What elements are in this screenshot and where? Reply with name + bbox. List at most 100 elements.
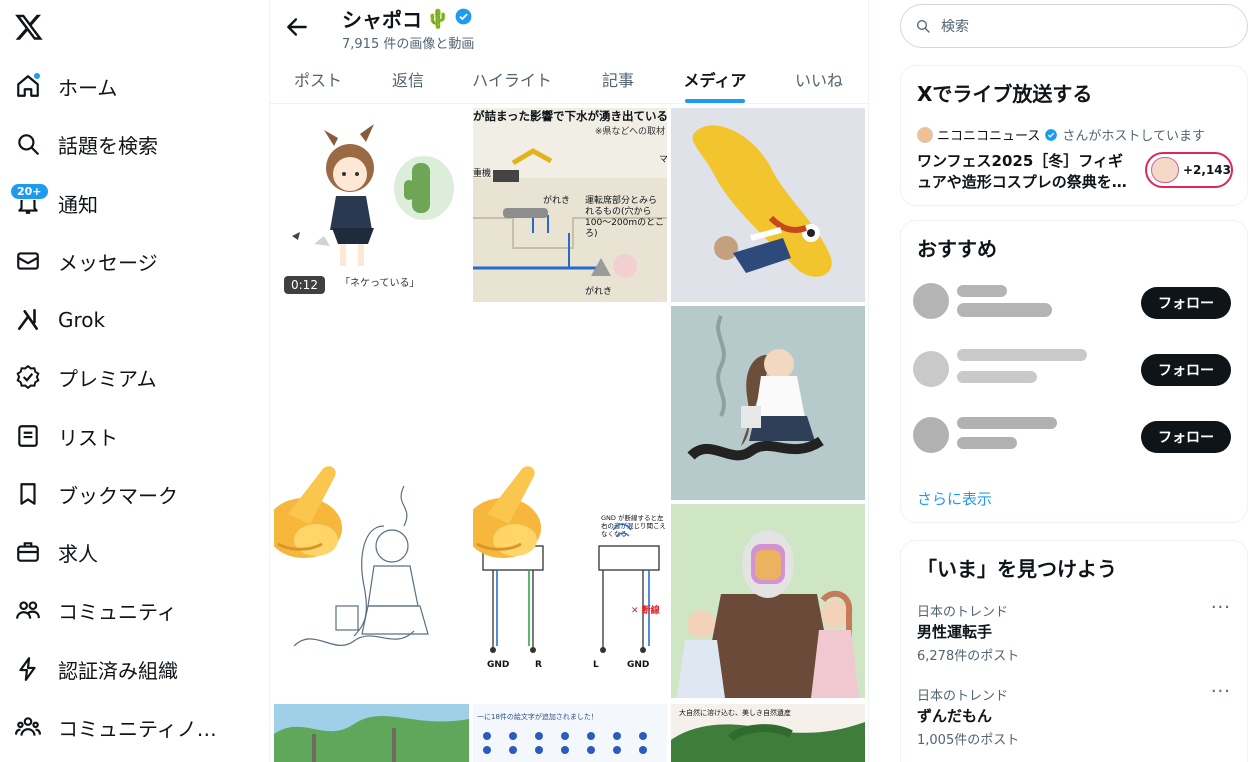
- nav-messages[interactable]: メッセージ: [10, 237, 158, 285]
- diagram-label-debris-1: がれき: [543, 196, 571, 206]
- nav-bookmarks-label: ブックマーク: [58, 483, 178, 508]
- verified-badge-icon: [454, 7, 473, 31]
- lightning-icon: [12, 653, 44, 685]
- search-icon: [917, 20, 930, 33]
- active-tab-indicator: [685, 99, 745, 103]
- diagram-label-debris-2: がれき: [585, 287, 613, 297]
- live-listeners-pill[interactable]: +2,143: [1145, 152, 1233, 188]
- host-suffix: さんがホストしています: [1062, 129, 1205, 144]
- grok-icon: [12, 304, 44, 336]
- nav-premium[interactable]: プレミアム: [10, 353, 157, 401]
- nav-notifications[interactable]: 20+ 通知: [10, 179, 98, 227]
- show-more-link[interactable]: さらに表示: [917, 488, 992, 509]
- catgirl-illustration: [292, 124, 454, 266]
- bell-icon: 20+: [10, 183, 49, 219]
- dragon-color-illustration: [687, 315, 824, 461]
- bookmark-icon: [12, 478, 44, 510]
- media-tile-nature[interactable]: 大自然に溶け込む、美しき自然遺産: [671, 704, 865, 762]
- tab-media[interactable]: メディア: [662, 54, 768, 104]
- media-tile-landscape[interactable]: [274, 704, 469, 762]
- x-logo-icon[interactable]: [14, 12, 44, 42]
- profile-media-column: シャポコ 🌵 7,915 件の画像と動画 ポスト 返信 ハイライト 記事 メディ…: [269, 0, 870, 762]
- video-duration-badge: 0:12: [284, 276, 325, 294]
- follow-button-2[interactable]: フォロー: [1141, 354, 1231, 386]
- blurred-user-1[interactable]: [909, 277, 1059, 323]
- profile-tabs: ポスト 返信 ハイライト 記事 メディア いいね: [270, 54, 870, 104]
- nav-explore[interactable]: 話題を検索: [10, 120, 158, 168]
- tab-posts[interactable]: ポスト: [270, 54, 366, 104]
- trend-2-category: 日本のトレンド: [917, 689, 1009, 704]
- host-avatar[interactable]: [917, 126, 933, 143]
- more-options-icon[interactable]: ···: [1211, 681, 1231, 702]
- media-tile-dragon-color[interactable]: [671, 306, 865, 500]
- nature-illustration: [671, 722, 865, 762]
- tab-articles[interactable]: 記事: [574, 54, 662, 104]
- host-name[interactable]: ニコニコニュース: [937, 125, 1040, 144]
- pointing-hand-icon: [274, 466, 342, 558]
- back-arrow-icon[interactable]: [284, 14, 310, 40]
- nav-jobs-label: 求人: [58, 541, 98, 566]
- media-tile-wiring-diagram[interactable]: GND が断線すると左右の音が混じり聞こえなくなる GND R L GND ✕ …: [473, 306, 667, 700]
- nav-lists-label: リスト: [58, 425, 118, 450]
- landscape-illustration: [274, 704, 469, 762]
- tab-replies[interactable]: 返信: [366, 54, 450, 104]
- recommend-title: おすすめ: [917, 237, 997, 261]
- search-placeholder: 検索: [941, 19, 969, 35]
- notification-badge: 20+: [10, 183, 49, 200]
- listener-count: +2,143: [1182, 163, 1231, 177]
- follow-button-1[interactable]: フォロー: [1141, 287, 1231, 319]
- trend-1-count: 6,278件のポスト: [917, 649, 1020, 664]
- verified-badge-icon: [1045, 128, 1058, 141]
- nav-communities[interactable]: コミュニティ: [10, 586, 177, 634]
- more-options-icon[interactable]: ···: [1211, 597, 1231, 618]
- nav-jobs[interactable]: 求人: [10, 528, 98, 576]
- left-sidebar: ホーム 話題を検索 20+ 通知 メッセージ Grok プレミアム リスト ブッ…: [0, 0, 269, 762]
- media-tile-sketch[interactable]: [274, 306, 469, 700]
- nav-community-notes-label: コミュニティノ…: [58, 716, 217, 741]
- cactus-emoji: 🌵: [426, 8, 450, 30]
- notification-dot: [33, 72, 41, 80]
- diagram-label-cabin: 運転席部分とみられるもの(穴から100〜200mのところ): [585, 196, 665, 239]
- home-icon: [12, 70, 44, 102]
- media-tile-news-diagram[interactable]: が詰まった影響で下水が湧き出ていると ※県などへの取材 重機 がれき 運転席部分…: [473, 108, 667, 302]
- mail-icon: [12, 245, 44, 277]
- right-sidebar: 検索 Xでライブ放送する ニコニコニュース さんがホストしています ワンフェス2…: [884, 0, 1259, 762]
- nav-home-label: ホーム: [58, 75, 118, 100]
- community-icon: [12, 594, 44, 626]
- media-tile-video[interactable]: 「ネケっている」 0:12: [274, 108, 469, 302]
- tab-highlights[interactable]: ハイライト: [450, 54, 574, 104]
- live-event-title[interactable]: ワンフェス2025［冬］フィギュアや造形コスプレの祭典を…: [917, 151, 1131, 193]
- wiring-label-r: R: [535, 660, 542, 670]
- nav-grok[interactable]: Grok: [10, 296, 105, 344]
- search-box[interactable]: 検索: [900, 4, 1248, 48]
- media-tile-masked-man[interactable]: [671, 504, 865, 698]
- community-notes-icon: [12, 711, 44, 743]
- nav-verified-orgs-label: 認証済み組織: [58, 658, 178, 683]
- video-caption: 「ネケっている」: [340, 278, 420, 289]
- nav-home[interactable]: ホーム: [10, 62, 117, 110]
- wiring-break-label: ✕ 断線: [631, 606, 660, 616]
- nav-messages-label: メッセージ: [58, 250, 158, 275]
- blurred-user-2[interactable]: [909, 345, 1099, 391]
- nav-notifications-label: 通知: [58, 192, 98, 217]
- diagram-label-cut: マ: [659, 155, 667, 165]
- nav-community-notes[interactable]: コミュニティノ…: [10, 703, 217, 751]
- nav-premium-label: プレミアム: [58, 366, 157, 391]
- profile-name: シャポコ 🌵: [342, 4, 473, 33]
- nav-verified-orgs[interactable]: 認証済み組織: [10, 645, 178, 693]
- media-tile-emoji-update[interactable]: 一に18件の絵文字が追加されました！: [473, 704, 667, 762]
- trend-1-name: 男性運転手: [917, 623, 993, 641]
- media-count: 7,915 件の画像と動画: [342, 37, 475, 52]
- blurred-user-3[interactable]: [909, 411, 1069, 457]
- wiring-label-l: L: [593, 660, 599, 670]
- media-tile-inflatable[interactable]: [671, 108, 865, 302]
- profile-name-text: シャポコ: [342, 8, 422, 32]
- trends-title: 「いま」を見つけよう: [917, 557, 1117, 581]
- nav-lists[interactable]: リスト: [10, 412, 118, 460]
- profile-header: シャポコ 🌵 7,915 件の画像と動画: [270, 0, 870, 54]
- tab-likes[interactable]: いいね: [768, 54, 870, 104]
- follow-button-3[interactable]: フォロー: [1141, 421, 1231, 453]
- nav-bookmarks[interactable]: ブックマーク: [10, 470, 178, 518]
- pointing-hand-icon: [473, 466, 541, 558]
- inflatable-illustration: [692, 125, 832, 277]
